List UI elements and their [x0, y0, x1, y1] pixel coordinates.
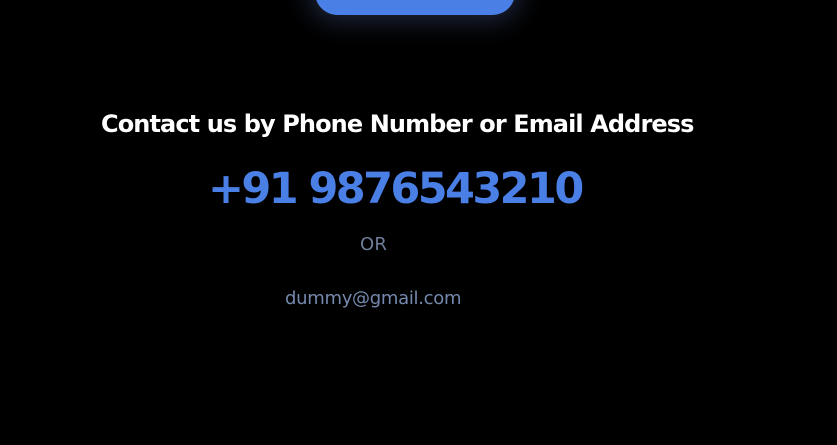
- contact-heading: Contact us by Phone Number or Email Addr…: [101, 110, 694, 138]
- top-action-button[interactable]: [315, 0, 515, 15]
- contact-page: Contact us by Phone Number or Email Addr…: [0, 0, 837, 445]
- email-link[interactable]: dummy@gmail.com: [285, 288, 462, 309]
- phone-number-link[interactable]: +91 9876543210: [208, 165, 584, 213]
- or-separator: OR: [360, 234, 388, 255]
